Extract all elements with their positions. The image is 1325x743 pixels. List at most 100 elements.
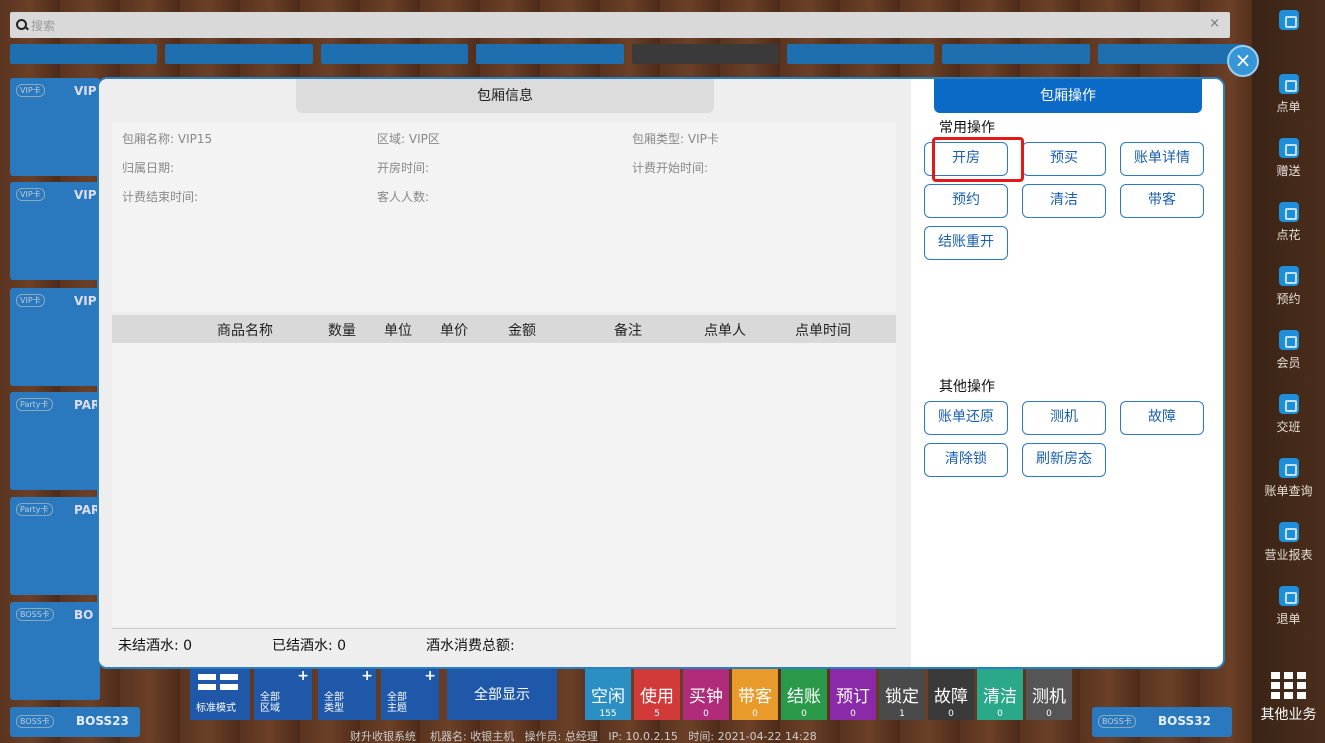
refresh-room-status-button[interactable]: 刷新房态	[1022, 443, 1106, 477]
sidebar-item[interactable]: 预约	[1252, 258, 1325, 318]
sidebar-item-label: 赠送	[1276, 164, 1301, 178]
sidebar-item-icon	[1278, 586, 1299, 606]
room-tag: VIP卡	[16, 294, 45, 307]
room-name: VIP	[74, 84, 97, 98]
restore-bill-button[interactable]: 账单还原	[924, 401, 1008, 435]
drinks-total: 酒水消费总额:	[426, 638, 515, 654]
status-label: 带客	[738, 687, 772, 707]
status-filter-button[interactable]: 使用 5	[634, 668, 680, 720]
room-tile[interactable]: BOSS卡 BOSS32	[1092, 707, 1232, 737]
all-type-button[interactable]: + 全部 类型	[318, 668, 376, 720]
room-name: VIP	[74, 294, 97, 308]
area-tab[interactable]	[786, 44, 935, 64]
column-header: 备注	[614, 323, 642, 339]
sidebar-item[interactable]: 交班	[1252, 386, 1325, 446]
clear-lock-button[interactable]: 清除锁	[924, 443, 1008, 477]
status-count: 0	[703, 709, 709, 719]
sidebar-item[interactable]: 赠送	[1252, 130, 1325, 190]
area-tab[interactable]	[320, 44, 469, 64]
sidebar-item-label: 点单	[1276, 100, 1301, 114]
fault-button[interactable]: 故障	[1120, 401, 1204, 435]
more-business-button[interactable]: 其他业务	[1252, 668, 1325, 743]
sidebar-item[interactable]: 点花	[1252, 194, 1325, 254]
status-filter-button[interactable]: 结账 0	[781, 668, 827, 720]
sidebar-item[interactable]: 点单	[1252, 66, 1325, 126]
highlight-box	[932, 137, 1024, 182]
room-tile[interactable]: VIP卡 VIP	[10, 182, 100, 280]
room-name-field: 包厢名称: VIP15	[122, 132, 213, 146]
close-icon[interactable]: ×	[1227, 45, 1259, 77]
status-count: 0	[1046, 709, 1052, 719]
status-filter-button[interactable]: 买钟 0	[683, 668, 729, 720]
other-operations-title: 其他操作	[939, 379, 995, 395]
area-tab[interactable]	[10, 44, 158, 64]
room-name: BOSS32	[1158, 714, 1211, 728]
sidebar-item[interactable]: 退单	[1252, 578, 1325, 638]
room-name: VIP	[74, 188, 97, 202]
guest-count-field: 客人人数:	[377, 190, 430, 204]
show-all-button[interactable]: 全部显示	[447, 668, 557, 720]
room-tag: BOSS卡	[1098, 715, 1136, 728]
room-name: BOSS23	[76, 714, 129, 728]
all-theme-button[interactable]: + 全部 主题	[381, 668, 439, 720]
settled-drinks: 已结酒水: 0	[272, 638, 347, 654]
status-filter-button[interactable]: 故障 0	[928, 668, 974, 720]
test-machine-button[interactable]: 测机	[1022, 401, 1106, 435]
column-header: 点单时间	[795, 323, 851, 339]
pre-buy-button[interactable]: 预买	[1022, 142, 1106, 176]
standard-mode-button[interactable]: 标准模式	[190, 668, 250, 720]
sidebar-item[interactable]: 营业报表	[1252, 514, 1325, 574]
area-tab[interactable]	[1097, 44, 1245, 64]
area-field: 区域: VIP区	[377, 132, 440, 146]
status-label: 预订	[836, 687, 870, 707]
status-label: 清洁	[983, 687, 1017, 707]
clear-icon[interactable]: ×	[1209, 16, 1220, 31]
status-count: 1	[899, 709, 905, 719]
room-tag: VIP卡	[16, 188, 45, 201]
reopen-bill-button[interactable]: 结账重开	[924, 226, 1008, 260]
status-filter-button[interactable]: 锁定 1	[879, 668, 925, 720]
room-tag: Party卡	[16, 503, 53, 516]
area-tab-strip	[10, 44, 1245, 64]
sidebar-item[interactable]: 会员	[1252, 322, 1325, 382]
more-business-label: 其他业务	[1260, 707, 1317, 723]
order-table-body[interactable]	[112, 343, 896, 626]
area-tab[interactable]	[476, 44, 624, 64]
column-header: 单位	[384, 323, 412, 339]
room-tile[interactable]: VIP卡 VIP	[10, 288, 100, 386]
area-tab[interactable]	[165, 44, 313, 64]
bring-guest-button[interactable]: 带客	[1120, 184, 1204, 218]
area-tab[interactable]	[631, 44, 779, 64]
room-tile[interactable]: Party卡 PAR	[10, 392, 100, 490]
status-filter-button[interactable]: 测机 0	[1026, 668, 1072, 720]
room-tile[interactable]: BOSS卡 BOSS23	[10, 707, 140, 737]
all-area-button[interactable]: + 全部 区域	[254, 668, 312, 720]
column-header: 金额	[508, 323, 536, 339]
reserve-button[interactable]: 预约	[924, 184, 1008, 218]
bill-details-button[interactable]: 账单详情	[1120, 142, 1204, 176]
room-tile[interactable]: BOSS卡 BO	[10, 602, 100, 700]
status-count: 0	[801, 709, 807, 719]
search-bar[interactable]: 搜索 ×	[10, 12, 1230, 38]
status-count: 0	[948, 709, 954, 719]
column-header: 数量	[328, 323, 356, 339]
sidebar-item-label: 退单	[1276, 612, 1301, 626]
room-tile[interactable]: VIP卡 VIP	[10, 78, 100, 176]
status-count: 0	[997, 709, 1003, 719]
room-tile[interactable]: Party卡 PAR	[10, 497, 100, 595]
order-table-header: 商品名称 数量 单位 单价 金额 备注 点单人 点单时间	[112, 315, 896, 343]
status-filter-button[interactable]: 带客 0	[732, 668, 778, 720]
sidebar-item[interactable]: 账单查询	[1252, 450, 1325, 510]
area-tab[interactable]	[942, 44, 1090, 64]
status-label: 空闲	[591, 687, 625, 707]
room-tag: Party卡	[16, 398, 53, 411]
status-filter-button[interactable]: 预订 0	[830, 668, 876, 720]
room-info-panel: 包厢信息 包厢名称: VIP15 区域: VIP区 包厢类型: VIP卡 归属日…	[99, 79, 911, 667]
clean-button[interactable]: 清洁	[1022, 184, 1106, 218]
status-label: 买钟	[689, 687, 723, 707]
sidebar-item[interactable]	[1252, 2, 1325, 62]
status-count: 155	[599, 709, 617, 719]
status-filter-button[interactable]: 空闲 155	[585, 668, 631, 720]
status-filter-button[interactable]: 清洁 0	[977, 668, 1023, 720]
sidebar-item-label: 营业报表	[1264, 548, 1313, 562]
